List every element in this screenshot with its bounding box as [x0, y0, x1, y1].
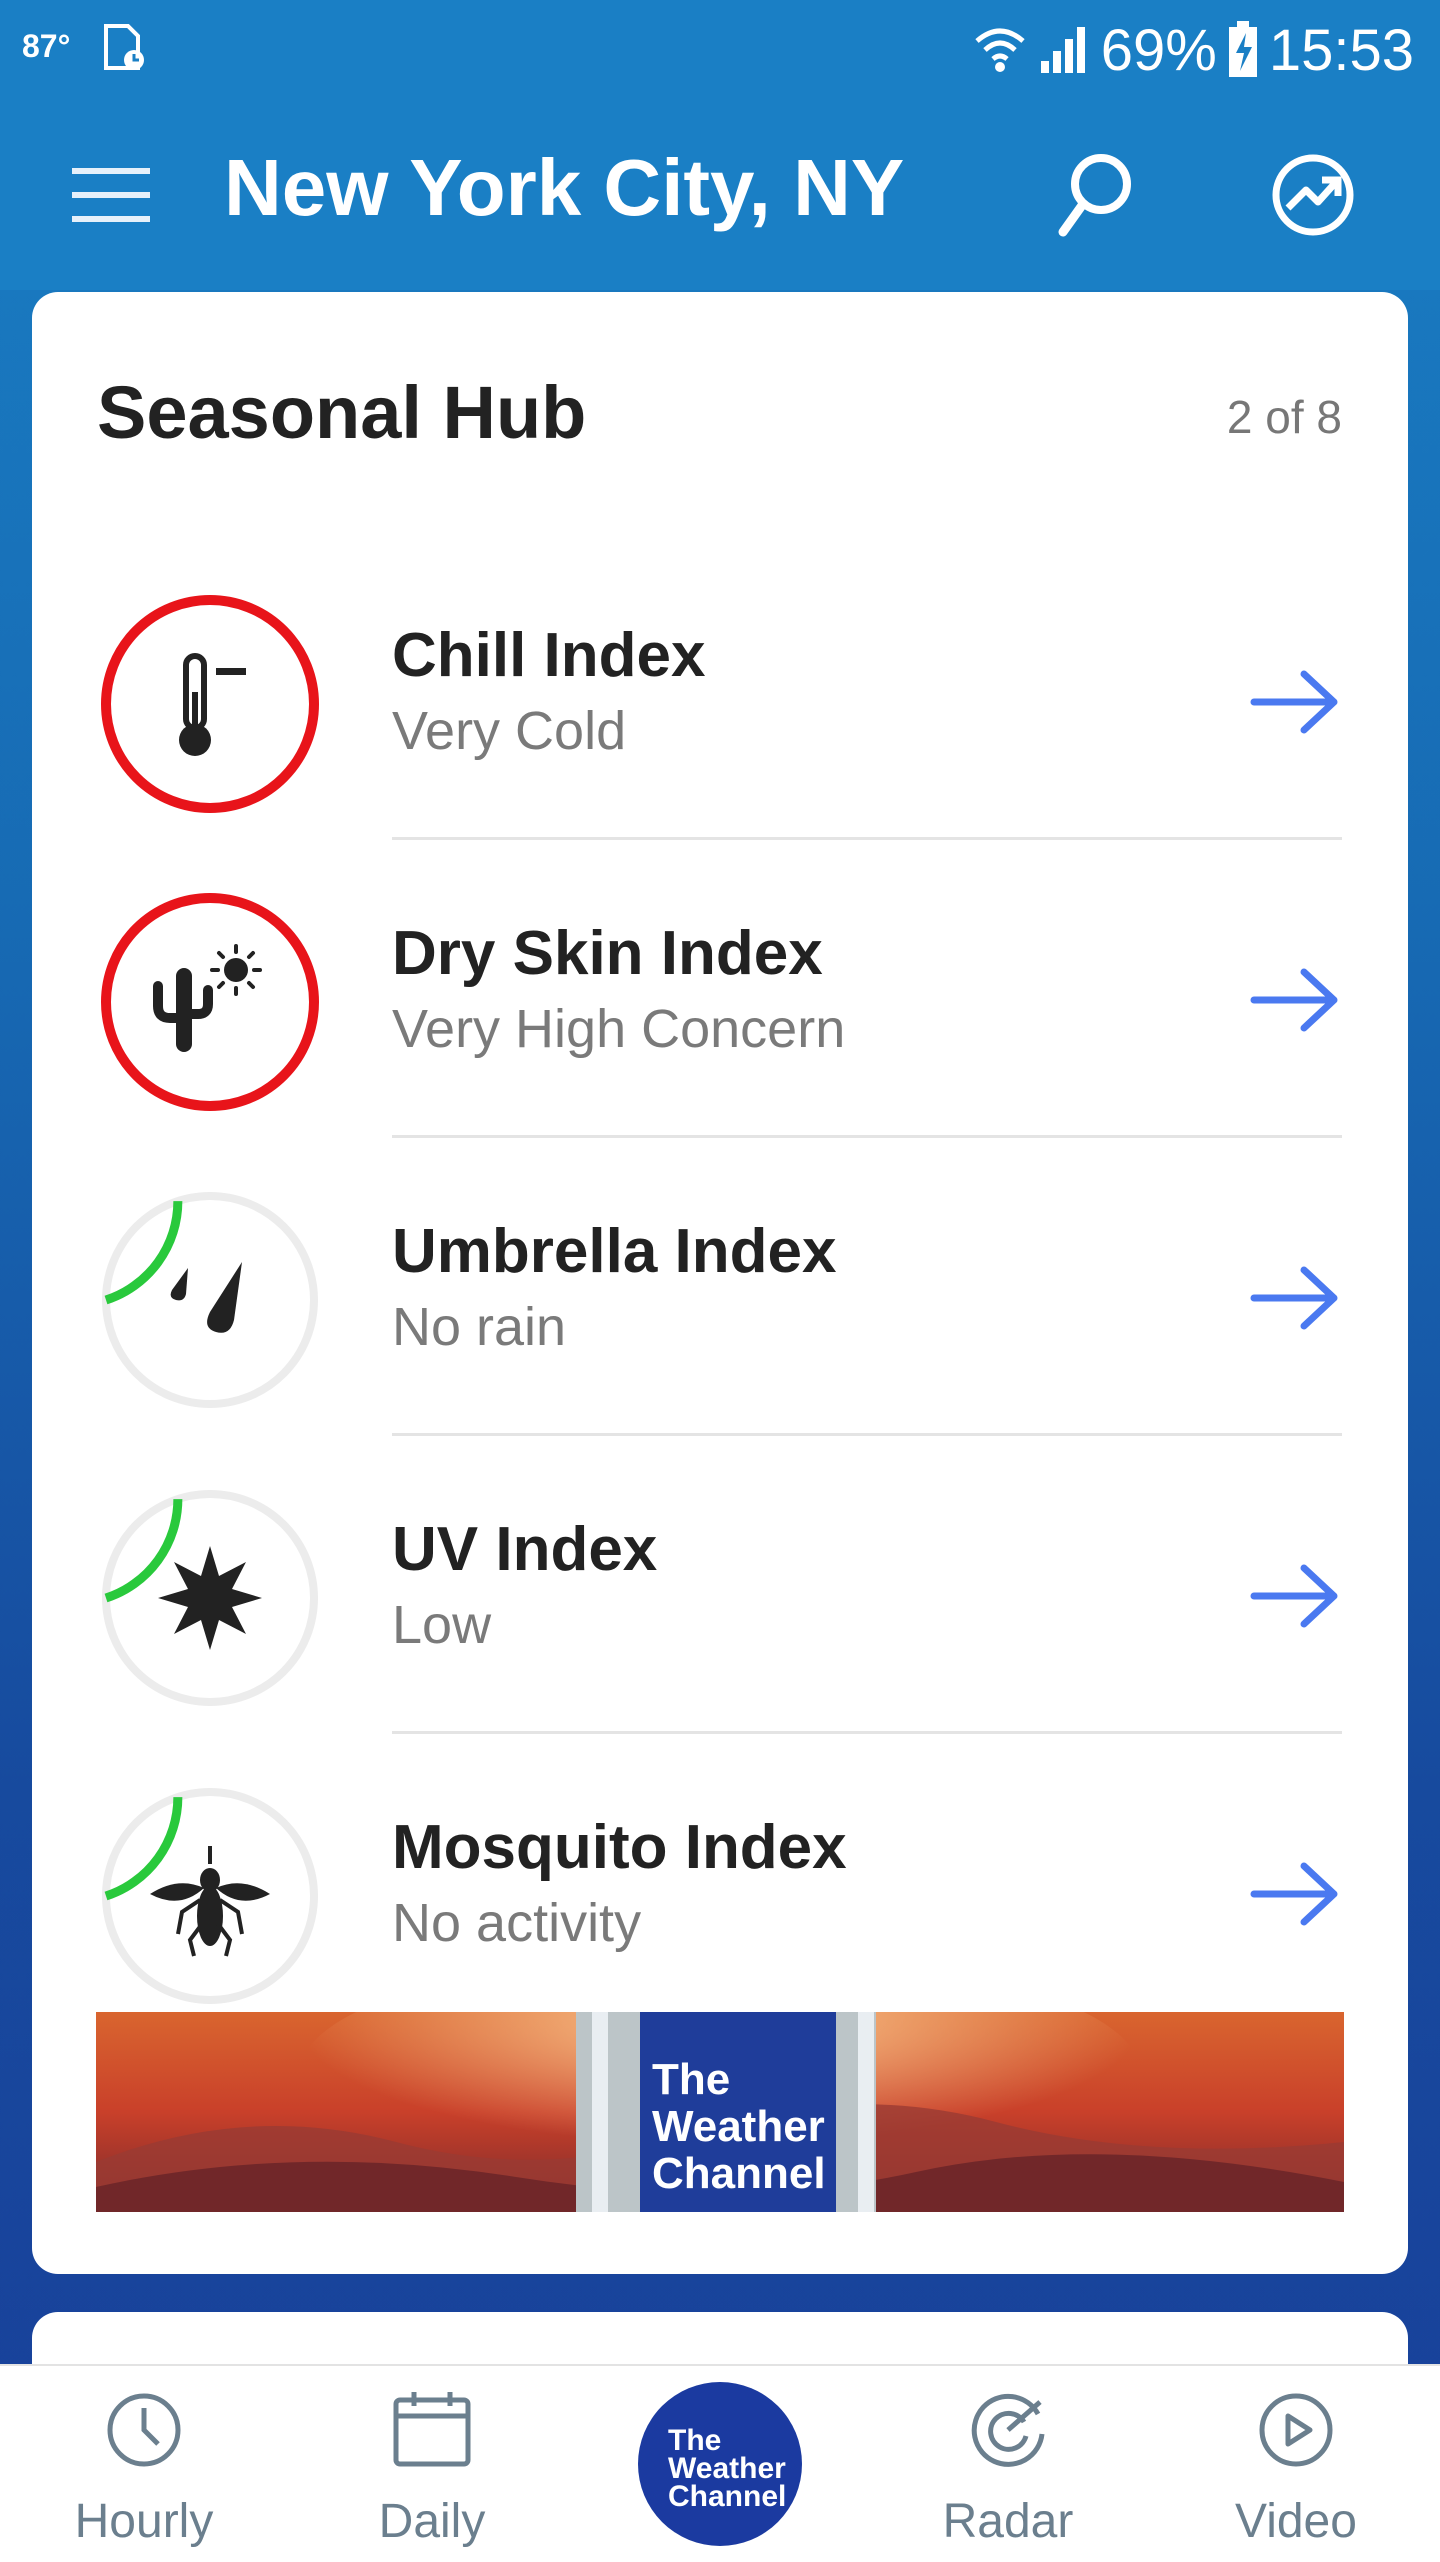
row-value: No activity	[392, 1893, 642, 1953]
index-row-uv[interactable]: UV Index Low	[32, 1436, 1408, 1734]
tab-radar[interactable]: Radar	[898, 2366, 1118, 2562]
row-title: Chill Index	[392, 621, 706, 690]
tab-label: Hourly	[74, 2495, 214, 2548]
arrow-right-icon[interactable]	[1250, 668, 1340, 736]
cactus-sun-icon	[153, 944, 262, 1052]
card-page-count: 2 of 8	[1226, 391, 1342, 443]
search-icon[interactable]	[1055, 150, 1135, 240]
chill-gauge	[101, 595, 320, 813]
radar-icon	[971, 2393, 1045, 2467]
wifi-icon	[975, 28, 1025, 72]
arrow-right-icon[interactable]	[1250, 1860, 1340, 1928]
row-value: Very High Concern	[392, 999, 846, 1059]
status-temperature: 87°	[22, 28, 71, 64]
tab-label: Video	[1235, 2495, 1357, 2548]
banner-logo-text: The Weather Channel	[652, 2055, 826, 2198]
row-value: No rain	[392, 1297, 567, 1357]
tab-video[interactable]: Video	[1186, 2366, 1406, 2562]
tab-label: Daily	[378, 2495, 486, 2548]
calendar-icon	[393, 2392, 471, 2467]
dry-skin-gauge	[101, 893, 320, 1111]
tab-daily[interactable]: Daily	[322, 2366, 542, 2562]
sun-star-icon	[158, 1546, 262, 1650]
index-row-dry-skin[interactable]: Dry Skin Index Very High Concern	[32, 840, 1408, 1138]
tab-label: Radar	[942, 2495, 1074, 2548]
umbrella-gauge	[102, 1192, 318, 1408]
play-icon	[1259, 2393, 1333, 2467]
document-notification-icon	[104, 24, 144, 70]
tab-hourly[interactable]: Hourly	[34, 2366, 254, 2562]
signal-icon	[1040, 27, 1085, 73]
card-title: Seasonal Hub	[97, 371, 587, 454]
row-title: UV Index	[392, 1515, 658, 1584]
uv-gauge	[102, 1490, 318, 1706]
battery-percent: 69%	[1100, 17, 1217, 83]
seasonal-hub-card: Seasonal Hub 2 of 8 Chill Index Very Col…	[32, 292, 1408, 2274]
index-row-chill[interactable]: Chill Index Very Cold	[32, 542, 1408, 840]
clock-icon	[107, 2393, 181, 2467]
location-title[interactable]: New York City, NY	[224, 142, 904, 234]
status-right-cluster: 69% 15:53	[973, 14, 1414, 86]
status-time: 15:53	[1268, 17, 1414, 83]
battery-charging-icon	[1228, 21, 1257, 77]
hamburger-menu-icon[interactable]	[72, 166, 150, 224]
row-title: Umbrella Index	[392, 1217, 837, 1286]
arrow-right-icon[interactable]	[1250, 1562, 1340, 1630]
row-value: Very Cold	[392, 701, 627, 761]
index-row-umbrella[interactable]: Umbrella Index No rain	[32, 1138, 1408, 1436]
mosquito-gauge	[102, 1788, 318, 2004]
arrow-right-icon[interactable]	[1250, 966, 1340, 1034]
index-row-mosquito[interactable]: Mosquito Index No activity	[32, 1734, 1408, 2032]
row-value: Low	[392, 1595, 492, 1655]
weather-channel-banner[interactable]: The Weather Channel	[96, 2012, 1344, 2212]
status-bar: 87° 69% 15:53	[0, 0, 1440, 100]
trending-icon[interactable]	[1268, 150, 1358, 240]
row-title: Mosquito Index	[392, 1813, 847, 1882]
raindrops-icon	[170, 1262, 242, 1333]
weather-channel-home-button[interactable]: The Weather Channel	[638, 2382, 802, 2546]
mosquito-icon	[150, 1846, 270, 1957]
arrow-right-icon[interactable]	[1250, 1264, 1340, 1332]
thermometer-icon	[179, 653, 246, 756]
row-title: Dry Skin Index	[392, 919, 823, 988]
